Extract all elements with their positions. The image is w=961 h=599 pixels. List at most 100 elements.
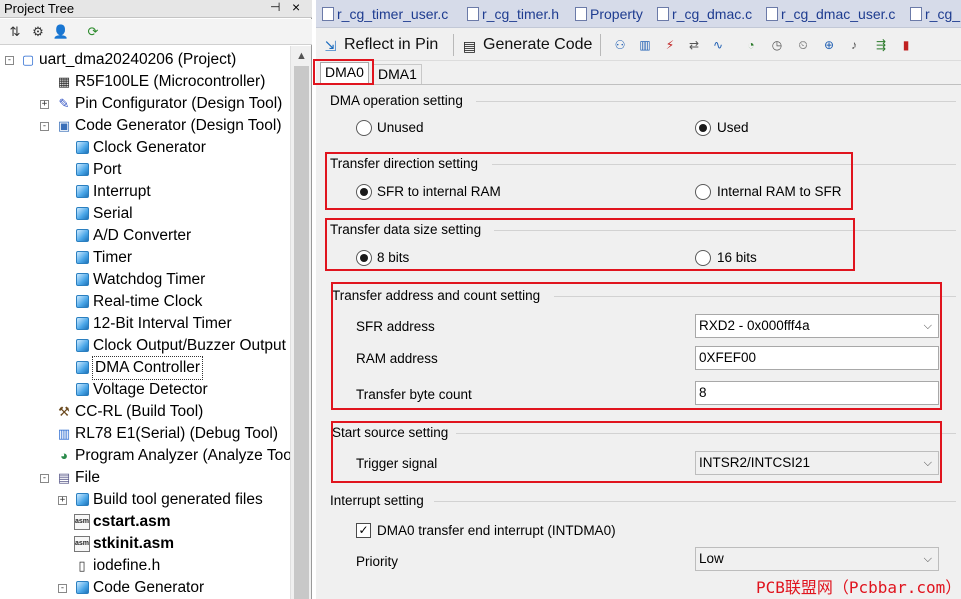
- priority-select[interactable]: Low ⌵: [695, 547, 939, 571]
- tree-item[interactable]: - Code Generator: [0, 577, 290, 599]
- refresh-icon[interactable]: ⟳: [84, 23, 102, 41]
- tree-item[interactable]: - ▣ Code Generator (Design Tool): [0, 115, 290, 137]
- ram-address-input[interactable]: 0XFEF00: [695, 346, 939, 370]
- pin-icon[interactable]: ⊣: [270, 0, 280, 14]
- ad-converter-icon[interactable]: ∿: [710, 37, 726, 53]
- clock-tree-icon[interactable]: ⚇: [612, 37, 628, 53]
- intdma0-checkbox[interactable]: ✓: [356, 523, 371, 538]
- chevron-down-icon: ⌵: [923, 320, 932, 332]
- priority-label: Priority: [356, 554, 399, 569]
- reflect-in-pin-button[interactable]: ⇲ Reflect in Pin: [322, 34, 439, 56]
- cube-icon: [76, 493, 89, 506]
- tree-item[interactable]: Voltage Detector: [0, 379, 290, 401]
- tree-item[interactable]: asm cstart.asm: [0, 511, 290, 533]
- tree-item[interactable]: ▥ RL78 E1(Serial) (Debug Tool): [0, 423, 290, 445]
- tree-item[interactable]: ◕ Program Analyzer (Analyze Tool): [0, 445, 290, 467]
- collapse-icon[interactable]: -: [40, 474, 49, 483]
- user-icon[interactable]: 👤: [52, 23, 70, 41]
- address-group-title: Transfer address and count setting: [332, 288, 541, 303]
- priority-value: Low: [699, 551, 724, 566]
- tree-item-label: Build tool generated files: [93, 491, 263, 508]
- watchdog-icon[interactable]: ◷: [769, 37, 785, 53]
- project-tree-toolbar: ⇅ ⚙ 👤 ⟳: [0, 19, 312, 45]
- tree-item-label: RL78 E1(Serial) (Debug Tool): [75, 425, 279, 442]
- transfer-count-input[interactable]: 8: [695, 381, 939, 405]
- generate-code-button[interactable]: ▤ Generate Code: [461, 34, 593, 56]
- tree-item[interactable]: A/D Converter: [0, 225, 290, 247]
- file-icon: [467, 7, 479, 21]
- port-icon[interactable]: ▥: [637, 37, 653, 53]
- tree-item-label: DMA Controller: [91, 356, 204, 380]
- tree-item[interactable]: Serial: [0, 203, 290, 225]
- tree-item[interactable]: 12-Bit Interval Timer: [0, 313, 290, 335]
- collapse-icon[interactable]: -: [5, 56, 14, 65]
- interval-timer-icon[interactable]: ⊕: [821, 37, 837, 53]
- scroll-up-icon[interactable]: ▲: [296, 50, 307, 62]
- doc-tab[interactable]: Property: [575, 4, 643, 26]
- tree-item[interactable]: Timer: [0, 247, 290, 269]
- tree-item[interactable]: - ▢ uart_dma20240206 (Project): [0, 49, 290, 71]
- doc-tab[interactable]: r_cg_timer_user.c: [322, 4, 448, 26]
- debug-icon: ▥: [57, 426, 71, 441]
- voltage-detector-icon[interactable]: ▮: [898, 37, 914, 53]
- doc-tab[interactable]: r_cg_dmac_user.c: [766, 4, 895, 26]
- file-icon: [657, 7, 669, 21]
- buzzer-icon[interactable]: ♪: [846, 37, 862, 53]
- timer-icon[interactable]: ◔: [743, 37, 759, 53]
- sort-icon[interactable]: ⇅: [6, 23, 24, 41]
- tree-item[interactable]: ▯ iodefine.h: [0, 555, 290, 577]
- radio-ram-to-sfr[interactable]: [695, 184, 711, 200]
- interrupt-group-title: Interrupt setting: [330, 493, 424, 508]
- file-folder-icon: ▤: [57, 470, 71, 485]
- tree-item[interactable]: Interrupt: [0, 181, 290, 203]
- rtc-icon[interactable]: ⏲: [795, 37, 811, 53]
- tree-item[interactable]: Real-time Clock: [0, 291, 290, 313]
- doc-tab[interactable]: r_cg_dmac.c: [657, 4, 752, 26]
- file-icon: [575, 7, 587, 21]
- tree-item[interactable]: Clock Output/Buzzer Output: [0, 335, 290, 357]
- scroll-thumb[interactable]: [294, 66, 309, 599]
- interrupt-icon[interactable]: ⚡: [662, 37, 678, 53]
- radio-unused[interactable]: [356, 120, 372, 136]
- doc-tab[interactable]: r_cg_timer.h: [467, 4, 559, 26]
- tree-item[interactable]: Watchdog Timer: [0, 269, 290, 291]
- trigger-signal-select[interactable]: INTSR2/INTCSI21 ⌵: [695, 451, 939, 475]
- tree-item-label: Clock Output/Buzzer Output: [93, 337, 286, 354]
- tree-scrollbar[interactable]: ▲: [290, 46, 311, 599]
- dma-icon[interactable]: ⇶: [873, 37, 889, 53]
- tab-dma0[interactable]: DMA0: [320, 62, 369, 84]
- codegen-icon: ▣: [57, 118, 71, 133]
- expand-icon[interactable]: +: [58, 496, 67, 505]
- radio-8-bits[interactable]: [356, 250, 372, 266]
- tree-item-label: Interrupt: [93, 183, 151, 200]
- tree-item[interactable]: ▦ R5F100LE (Microcontroller): [0, 71, 290, 93]
- collapse-icon[interactable]: -: [40, 122, 49, 131]
- close-icon[interactable]: ×: [292, 0, 300, 15]
- toolbar-separator: [600, 34, 601, 56]
- collapse-icon[interactable]: -: [58, 584, 67, 593]
- analyzer-icon: ◕: [60, 448, 68, 463]
- radio-sfr-to-ram[interactable]: [356, 184, 372, 200]
- radio-16-bits[interactable]: [695, 250, 711, 266]
- cube-icon: [76, 581, 89, 594]
- radio-used[interactable]: [695, 120, 711, 136]
- tree-item[interactable]: + Build tool generated files: [0, 489, 290, 511]
- expand-icon[interactable]: +: [40, 100, 49, 109]
- doc-tab-label: r_cg_timer_user.c: [337, 6, 449, 22]
- doc-tab[interactable]: r_cg_: [910, 4, 960, 26]
- tree-item[interactable]: - ▤ File: [0, 467, 290, 489]
- tree-item[interactable]: Clock Generator: [0, 137, 290, 159]
- tree-item[interactable]: asm stkinit.asm: [0, 533, 290, 555]
- radio-8-bits-label: 8 bits: [377, 250, 410, 265]
- group-divider: [494, 230, 956, 231]
- tab-dma1[interactable]: DMA1: [373, 64, 422, 84]
- code-generator-toolbar: ⇲ Reflect in Pin ▤ Generate Code ⚇ ▥ ⚡ ⇄ ∿…: [316, 29, 961, 61]
- serial-icon[interactable]: ⇄: [686, 37, 702, 53]
- tree-item[interactable]: + ✎ Pin Configurator (Design Tool): [0, 93, 290, 115]
- cube-icon: [76, 229, 89, 242]
- sfr-address-select[interactable]: RXD2 - 0x000fff4a ⌵: [695, 314, 939, 338]
- tree-item[interactable]: DMA Controller: [0, 356, 290, 380]
- tree-item[interactable]: Port: [0, 159, 290, 181]
- tree-item[interactable]: ⚒ CC-RL (Build Tool): [0, 401, 290, 423]
- gear-icon[interactable]: ⚙: [29, 23, 47, 41]
